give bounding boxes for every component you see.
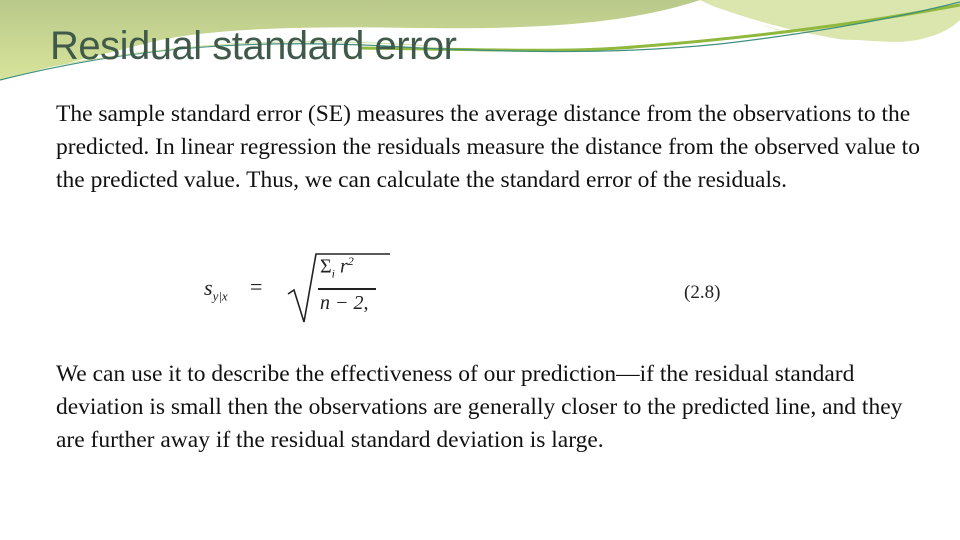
fraction-line (318, 288, 376, 290)
equation-number: (2.8) (684, 282, 721, 303)
header-wave-right-fill (700, 0, 960, 42)
effectiveness-paragraph: We can use it to describe the effectiven… (56, 361, 903, 453)
formula-residual-standard-error: sy|x = Σi r2 n − 2, (2.8) (200, 250, 740, 330)
intro-paragraph: The sample standard error (SE) measures … (56, 101, 920, 193)
formula-denominator: n − 2, (320, 292, 369, 314)
formula-numerator: Σi r2 (320, 254, 354, 281)
slide-title: Residual standard error (50, 24, 457, 68)
formula-lhs: sy|x (204, 275, 228, 304)
formula-equals: = (250, 274, 263, 299)
